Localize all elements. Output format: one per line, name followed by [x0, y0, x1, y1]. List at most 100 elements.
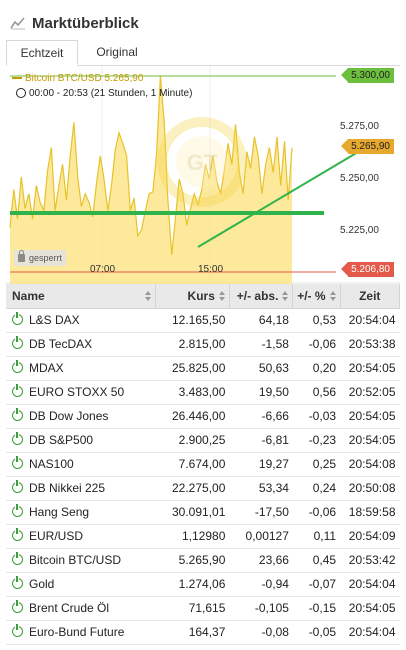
- price-tag-current: 5.265,90: [341, 139, 394, 154]
- time-cell: 20:54:05: [340, 596, 400, 621]
- time-range-label: 00:00 - 20:53 (21 Stunden, 1 Minute): [16, 88, 192, 99]
- instrument-name[interactable]: DB Dow Jones: [6, 404, 156, 429]
- column-header-name[interactable]: Name: [6, 284, 157, 309]
- price-cell: 7.674,00: [155, 452, 230, 477]
- time-cell: 20:53:38: [340, 332, 400, 357]
- sort-icon[interactable]: [329, 291, 336, 301]
- table-row[interactable]: EUR/USD 1,12980 0,00127 0,11 20:54:09: [6, 524, 400, 549]
- change-abs-cell: 19,27: [229, 452, 293, 477]
- time-cell: 20:54:04: [340, 620, 400, 645]
- instrument-name[interactable]: EURO STOXX 50: [6, 380, 156, 405]
- table-row[interactable]: Bitcoin BTC/USD 5.265,90 23,66 0,45 20:53:42: [6, 548, 400, 573]
- table-row[interactable]: EURO STOXX 50 3.483,00 19,50 0,56 20:52:05: [6, 380, 400, 405]
- instrument-name[interactable]: Gold: [6, 572, 156, 597]
- tab-bar: Echtzeit Original: [6, 40, 400, 66]
- power-icon: [12, 312, 23, 325]
- time-cell: 20:52:05: [340, 380, 400, 405]
- instrument-name[interactable]: MDAX: [6, 356, 156, 381]
- instrument-name[interactable]: L&S DAX: [6, 308, 156, 333]
- widget-title: Marktüberblick: [32, 15, 139, 32]
- sort-icon[interactable]: [145, 291, 152, 301]
- change-pct-cell: 0,45: [292, 548, 341, 573]
- power-icon: [12, 528, 23, 541]
- change-abs-cell: 23,66: [229, 548, 293, 573]
- instrument-name[interactable]: DB Nikkei 225: [6, 476, 156, 501]
- column-header-abs[interactable]: +/- abs.: [229, 284, 294, 309]
- change-pct-cell: -0,23: [292, 428, 341, 453]
- table-row[interactable]: DB Dow Jones 26.446,00 -6,66 -0,03 20:54:05: [6, 404, 400, 429]
- column-header-pct[interactable]: +/- %: [292, 284, 341, 309]
- table-row[interactable]: DB Nikkei 225 22.275,00 53,34 0,24 20:50:08: [6, 476, 400, 501]
- price-cell: 1.274,06: [155, 572, 230, 597]
- series-line-icon: [12, 77, 22, 80]
- lock-icon: [18, 250, 25, 262]
- price-cell: 2.815,00: [155, 332, 230, 357]
- change-pct-cell: 0,11: [292, 524, 341, 549]
- change-abs-cell: 0,00127: [229, 524, 293, 549]
- instrument-name[interactable]: Euro-Bund Future: [6, 620, 156, 645]
- instrument-name[interactable]: NAS100: [6, 452, 156, 477]
- price-cell: 1,12980: [155, 524, 230, 549]
- change-abs-cell: -6,81: [229, 428, 293, 453]
- price-cell: 5.265,90: [155, 548, 230, 573]
- change-abs-cell: 64,18: [229, 308, 293, 333]
- power-icon: [12, 432, 23, 445]
- table-row[interactable]: Hang Seng 30.091,01 -17,50 -0,06 18:59:58: [6, 500, 400, 525]
- table-row[interactable]: Gold 1.274,06 -0,94 -0,07 20:54:04: [6, 572, 400, 597]
- change-abs-cell: 19,50: [229, 380, 293, 405]
- time-cell: 20:50:08: [340, 476, 400, 501]
- table-row[interactable]: Euro-Bund Future 164,37 -0,08 -0,05 20:54:04: [6, 620, 400, 645]
- table-row[interactable]: L&S DAX 12.165,50 64,18 0,53 20:54:04: [6, 308, 400, 333]
- price-tag-low: 5.206,80: [341, 262, 394, 277]
- power-icon: [12, 456, 23, 469]
- time-cell: 20:54:05: [340, 356, 400, 381]
- tab-original[interactable]: Original: [82, 40, 152, 66]
- price-cell: 25.825,00: [155, 356, 230, 381]
- change-pct-cell: -0,07: [292, 572, 341, 597]
- table-row[interactable]: MDAX 25.825,00 50,63 0,20 20:54:05: [6, 356, 400, 381]
- time-cell: 20:54:04: [340, 572, 400, 597]
- price-chart[interactable]: GT Bitcoin BTC/USD 5.265,90 00:00 - 20:5…: [6, 66, 400, 284]
- instrument-name[interactable]: Brent Crude Öl: [6, 596, 156, 621]
- instrument-name[interactable]: Bitcoin BTC/USD: [6, 548, 156, 573]
- tab-echtzeit[interactable]: Echtzeit: [6, 40, 78, 66]
- sort-icon[interactable]: [282, 291, 289, 301]
- instrument-name[interactable]: DB TecDAX: [6, 332, 156, 357]
- change-abs-cell: 50,63: [229, 356, 293, 381]
- change-pct-cell: 0,56: [292, 380, 341, 405]
- power-icon: [12, 576, 23, 589]
- column-header-kurs[interactable]: Kurs: [155, 284, 230, 309]
- power-icon: [12, 552, 23, 565]
- table-row[interactable]: DB TecDAX 2.815,00 -1,58 -0,06 20:53:38: [6, 332, 400, 357]
- table-row[interactable]: Brent Crude Öl 71,615 -0,105 -0,15 20:54:05: [6, 596, 400, 621]
- quotes-table: Name Kurs +/- abs. +/- % Zeit L&S DAX 12.…: [6, 284, 401, 645]
- power-icon: [12, 504, 23, 517]
- time-cell: 20:54:05: [340, 404, 400, 429]
- price-cell: 71,615: [155, 596, 230, 621]
- change-abs-cell: -6,66: [229, 404, 293, 429]
- time-cell: 20:54:04: [340, 308, 400, 333]
- change-pct-cell: -0,05: [292, 620, 341, 645]
- instrument-name[interactable]: Hang Seng: [6, 500, 156, 525]
- clock-icon: [16, 88, 26, 98]
- change-abs-cell: -0,94: [229, 572, 293, 597]
- price-cell: 3.483,00: [155, 380, 230, 405]
- time-cell: 18:59:58: [340, 500, 400, 525]
- price-cell: 164,37: [155, 620, 230, 645]
- price-tag-high: 5.300,00: [341, 68, 394, 83]
- power-icon: [12, 360, 23, 373]
- change-pct-cell: -0,03: [292, 404, 341, 429]
- sort-icon[interactable]: [218, 291, 225, 301]
- time-cell: 20:54:09: [340, 524, 400, 549]
- instrument-name[interactable]: DB S&P500: [6, 428, 156, 453]
- change-pct-cell: 0,24: [292, 476, 341, 501]
- change-pct-cell: 0,25: [292, 452, 341, 477]
- change-pct-cell: 0,53: [292, 308, 341, 333]
- table-row[interactable]: DB S&P500 2.900,25 -6,81 -0,23 20:54:05: [6, 428, 400, 453]
- table-row[interactable]: NAS100 7.674,00 19,27 0,25 20:54:08: [6, 452, 400, 477]
- series-label: Bitcoin BTC/USD 5.265,90: [12, 73, 143, 84]
- change-abs-cell: -0,105: [229, 596, 293, 621]
- change-abs-cell: -0,08: [229, 620, 293, 645]
- column-header-zeit[interactable]: Zeit: [340, 284, 401, 309]
- instrument-name[interactable]: EUR/USD: [6, 524, 156, 549]
